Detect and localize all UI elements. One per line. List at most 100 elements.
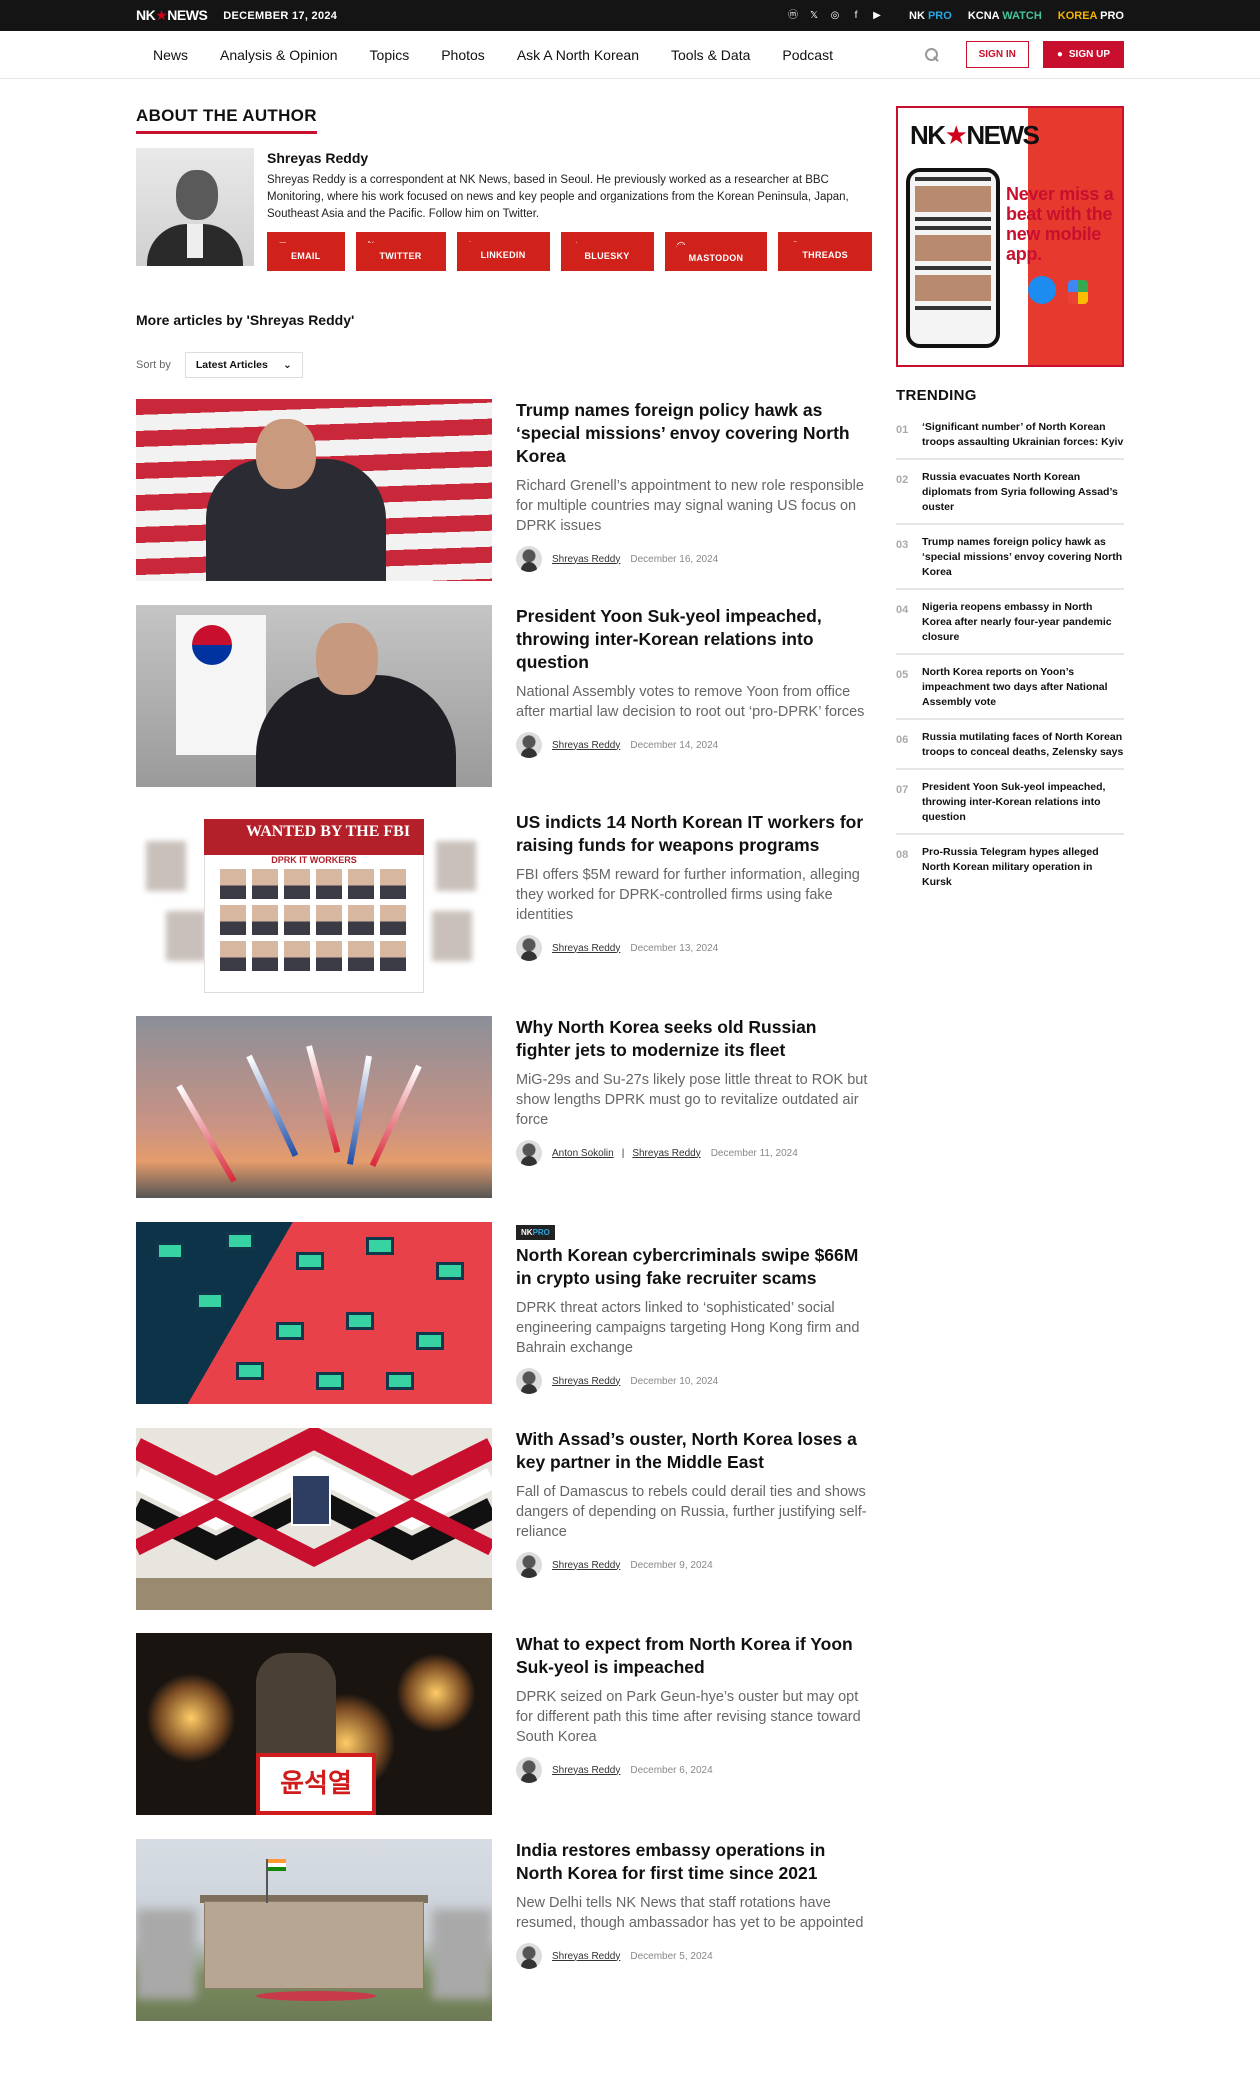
article-author-link[interactable]: Shreyas Reddy [552,1765,620,1776]
article-item[interactable]: Why North Korea seeks old Russian fighte… [136,1016,873,1198]
protest-sign: 윤석열 [256,1753,376,1815]
x-icon[interactable]: 𝕏 [808,10,820,22]
article-thumbnail[interactable] [136,605,492,787]
nk-pro-link[interactable]: NK PRO [909,10,952,22]
article-title[interactable]: North Korean cybercriminals swipe $66M i… [516,1244,873,1290]
ad-logo: NK★NEWS [910,120,1040,150]
sign-up-button[interactable]: ● SIGN UP [1042,41,1124,68]
app-promo-ad[interactable]: NK★NEWS Never miss a beat with the new m… [896,106,1124,367]
korea-pro-link[interactable]: KOREA PRO [1058,10,1124,22]
trending-item[interactable]: 06 Russia mutilating faces of North Korea… [896,720,1124,770]
article-date: December 5, 2024 [630,1950,713,1962]
nav-item-photos[interactable]: Photos [441,47,485,63]
author-bio: Shreyas Reddy is a correspondent at NK N… [267,174,849,220]
article-title[interactable]: With Assad’s ouster, North Korea loses a… [516,1428,873,1474]
logo-star-icon: ★ [155,7,168,23]
nav-item-tools-data[interactable]: Tools & Data [671,47,750,63]
article-title[interactable]: India restores embassy operations in Nor… [516,1839,873,1885]
article-thumbnail[interactable]: WANTED BY THE FBI DPRK IT WORKERS [136,811,492,993]
article-date: December 16, 2024 [630,553,719,565]
nav-item-ask-a-north-korean[interactable]: Ask A North Korean [517,47,639,63]
author-bluesky-button[interactable]: ✦ BLUESKY [560,232,654,271]
article-item[interactable]: With Assad’s ouster, North Korea loses a… [136,1428,873,1610]
article-thumbnail[interactable] [136,399,492,581]
author-box: Shreyas Reddy Shreyas Reddy is a corresp… [136,148,873,271]
ad-text: Never miss a beat with the new mobile ap… [1006,184,1114,264]
article-item[interactable]: Trump names foreign policy hawk as ‘spec… [136,399,873,581]
article-thumbnail[interactable] [136,1016,492,1198]
article-title[interactable]: Why North Korea seeks old Russian fighte… [516,1016,873,1062]
article-author-link[interactable]: Shreyas Reddy [552,1376,620,1387]
search-icon[interactable] [924,47,940,63]
about-author-heading: ABOUT THE AUTHOR [136,106,317,134]
article-title[interactable]: What to expect from North Korea if Yoon … [516,1633,873,1679]
nav-item-podcast[interactable]: Podcast [782,47,833,63]
article-title[interactable]: US indicts 14 North Korean IT workers fo… [516,811,873,857]
article-coauthor-link[interactable]: Shreyas Reddy [632,1148,700,1159]
article-date: December 11, 2024 [710,1147,798,1159]
article-summary: DPRK threat actors linked to ‘sophistica… [516,1300,860,1356]
social-links: ⓜ 𝕏 ◎ f ▶ [787,10,883,22]
article-item[interactable]: India restores embassy operations in Nor… [136,1839,873,2021]
article-summary: MiG-29s and Su-27s likely pose little th… [516,1072,868,1128]
author-avatar [516,1552,542,1578]
more-articles-heading: More articles by 'Shreyas Reddy' [136,312,355,328]
trending-item[interactable]: 05 North Korea reports on Yoon’s impeachm… [896,655,1124,720]
author-mastodon-button[interactable]: ⓜ MASTODON [664,232,768,271]
article-thumbnail[interactable] [136,1428,492,1610]
nav-item-topics[interactable]: Topics [370,47,410,63]
author-avatar [516,546,542,572]
chevron-down-icon: ⌄ [283,359,292,371]
trending-item[interactable]: 03 Trump names foreign policy hawk as ‘sp… [896,525,1124,590]
author-avatar [516,1943,542,1969]
fbi-poster-banner: WANTED BY THE FBI [204,819,424,855]
article-author-link[interactable]: Anton Sokolin [552,1148,614,1159]
author-email-button[interactable]: ✉ EMAIL [267,232,345,271]
trending-item[interactable]: 07 President Yoon Suk-yeol impeached, thr… [896,770,1124,835]
article-author-link[interactable]: Shreyas Reddy [552,943,620,954]
article-author-link[interactable]: Shreyas Reddy [552,740,620,751]
article-title[interactable]: Trump names foreign policy hawk as ‘spec… [516,399,873,468]
trending-item[interactable]: 04 Nigeria reopens embassy in North Korea… [896,590,1124,655]
phone-mockup [906,168,1000,348]
nav-item-analysis-opinion[interactable]: Analysis & Opinion [220,47,338,63]
trending-item[interactable]: 08 Pro-Russia Telegram hypes alleged Nort… [896,835,1124,898]
nk-news-logo[interactable]: NK★NEWS [136,7,208,24]
article-thumbnail[interactable] [136,1222,492,1404]
kcna-watch-link[interactable]: KCNA WATCH [968,10,1042,22]
author-threads-button[interactable]: @ THREADS [778,232,872,271]
article-summary: DPRK seized on Park Geun-hye’s ouster bu… [516,1689,861,1745]
article-summary: FBI offers $5M reward for further inform… [516,867,860,923]
google-play-icon[interactable] [1068,280,1088,304]
trending-item[interactable]: 02 Russia evacuates North Korean diplomat… [896,460,1124,525]
article-item[interactable]: NKPRO North Korean cybercriminals swipe … [136,1222,873,1404]
article-thumbnail[interactable] [136,1839,492,2021]
author-name: Shreyas Reddy [267,150,369,166]
article-summary: Fall of Damascus to rebels could derail … [516,1484,867,1540]
author-photo [136,148,254,266]
instagram-icon[interactable]: ◎ [829,10,841,22]
app-store-icon[interactable] [1028,276,1056,304]
article-title[interactable]: President Yoon Suk-yeol impeached, throw… [516,605,873,674]
sort-select[interactable]: Latest Articles ⌄ [184,352,303,378]
top-bar: NK★NEWS DECEMBER 17, 2024 ⓜ 𝕏 ◎ f ▶ NK P… [0,0,1260,31]
sort-row: Sort by Latest Articles ⌄ [136,352,303,378]
sign-in-button[interactable]: SIGN IN [965,41,1029,68]
fbi-poster-subtitle: DPRK IT WORKERS [271,855,357,865]
mastodon-icon[interactable]: ⓜ [787,10,799,22]
article-item[interactable]: 윤석열 What to expect from North Korea if Y… [136,1633,873,1815]
author-twitter-button[interactable]: 𝕏 TWITTER [355,232,446,271]
youtube-icon[interactable]: ▶ [871,10,883,22]
article-item[interactable]: WANTED BY THE FBI DPRK IT WORKERS US ind… [136,811,873,993]
trending-heading: TRENDING [896,387,977,404]
author-linkedin-button[interactable]: in LINKEDIN [456,232,550,271]
article-author-link[interactable]: Shreyas Reddy [552,1560,620,1571]
article-item[interactable]: President Yoon Suk-yeol impeached, throw… [136,605,873,787]
facebook-icon[interactable]: f [850,10,862,22]
trending-item[interactable]: 01 ‘Significant number’ of North Korean t… [896,410,1124,460]
nav-item-news[interactable]: News [153,47,188,63]
article-author-link[interactable]: Shreyas Reddy [552,554,620,565]
article-thumbnail[interactable]: 윤석열 [136,1633,492,1815]
article-date: December 10, 2024 [630,1375,719,1387]
article-author-link[interactable]: Shreyas Reddy [552,1951,620,1962]
